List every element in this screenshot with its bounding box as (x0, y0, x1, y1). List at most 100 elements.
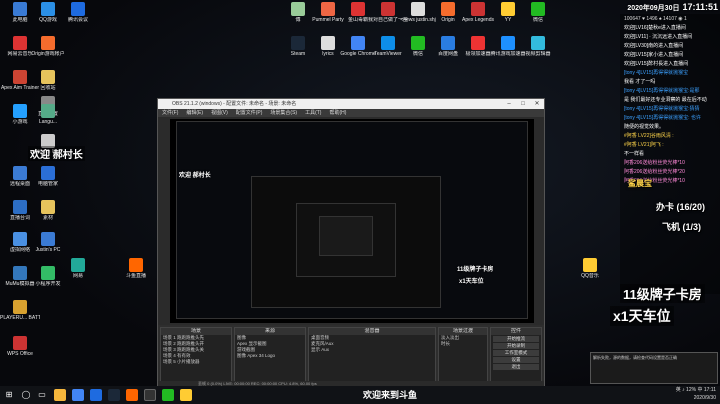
search-icon[interactable]: ◯ (20, 389, 32, 401)
obs-titlebar[interactable]: OBS 21.1.2 (windows) - 配置文件: 未命名 - 场景: 未… (158, 99, 544, 109)
obs-menu-item[interactable]: 配置文件(P) (236, 110, 263, 116)
chat-message: #阿香 LV22]谷雨风清 : (624, 133, 674, 139)
chat-message: [tony 4]LV15]再得得就抛猴宝 (624, 70, 689, 76)
tray-status: 英 ♪ 12% 中 17:11 (675, 387, 716, 393)
wechat-taskbar-icon[interactable] (162, 389, 174, 401)
scenes-dock[interactable]: 场景 场景 1 跑跑跑推头先 场景 2 跑跑跑推头开 场景 3 跑跑跑推头关 场景 4… (160, 327, 232, 385)
desktop-icon-justin-pc[interactable]: Justin's PC (28, 232, 68, 253)
system-tray[interactable]: 英 ♪ 12% 中 17:11 2020/9/30 (676, 386, 716, 402)
desktop-icon-qqmusic[interactable]: QQ音乐 (570, 258, 610, 279)
desktop-icon-cleaner[interactable]: 电脑管家 (28, 166, 68, 187)
scenes-dock-title: 场景 (161, 328, 231, 335)
desktop-icon-miniprog[interactable]: 小程序开发 (28, 266, 68, 287)
chat-message: [tony 4]LV15]再得得就抛猴宝: 也许 (624, 115, 701, 121)
tencent-taskbar-icon[interactable] (90, 389, 102, 401)
chinese-app-icon (381, 2, 395, 16)
teamviewer-icon (381, 36, 395, 50)
start-icon[interactable]: ⊞ (3, 389, 15, 401)
desktop-icon-wechat2[interactable]: 微信 (518, 2, 558, 23)
obs-menu-item[interactable]: 场景集合(S) (270, 110, 297, 116)
transitions-dock[interactable]: 场景过渡 淡入淡出 时长 (438, 327, 488, 385)
sources-dock[interactable]: 来源 图像 Apex 显示截图 游戏截图 图像 Apex 34 Logo (234, 327, 306, 385)
scene-item[interactable]: 场景 5 小片播放器 (161, 359, 231, 365)
qq-taskbar-icon[interactable] (180, 389, 192, 401)
live-chat-panel[interactable]: 100647 ♥ 1496 ♠ 14107 ◉ 1 欢迎[LV16]楚秋e进入直… (620, 14, 720, 294)
desktop-icon-folder1[interactable]: 回收站 (28, 70, 68, 91)
desktop-icon-wps[interactable]: WPS Office (0, 336, 40, 357)
obs-control-button[interactable]: 工作室模式 (493, 350, 539, 356)
obs-menu-item[interactable]: 帮助(H) (329, 110, 346, 116)
wechat-icon (71, 258, 85, 272)
obs-menu-item[interactable]: 工具(T) (305, 110, 321, 116)
chat-message: [tony 4]LV15]再得得就抛猴宝:是那 (624, 88, 700, 94)
desktop-icon-playerunknown[interactable]: PLAYERU... BATTLEGR... (0, 300, 40, 321)
rdp-icon (13, 166, 27, 180)
desktop-icon-label: 回收站 (40, 85, 56, 91)
welcome-overlay: 欢迎 郝村长 (28, 146, 85, 161)
recycle-bin-icon (13, 2, 27, 16)
mixer-list[interactable]: 桌面音频 麦克风/Aux 显示 Aux (309, 335, 435, 353)
desktop-icon-label: QQ音乐 (581, 273, 599, 279)
warning-popup: 解析失败，源的数据，请检查代码设置是否正确 (590, 352, 718, 384)
douyu-taskbar-icon[interactable] (126, 389, 138, 401)
desktop-icon-video-edit[interactable]: 视频剪辑器 (518, 36, 558, 57)
task-view-icon[interactable]: ▭ (36, 389, 48, 401)
obs-menu-item[interactable]: 编辑(E) (186, 110, 203, 116)
desktop-icon-douyu[interactable]: 斗鱼直播 (116, 258, 156, 279)
desktop-icon-folder2[interactable]: 素材 (28, 200, 68, 221)
banner-main: 11级牌子卡房 (620, 284, 705, 303)
network-icon (13, 232, 27, 246)
stream-time: 17:11:51 (682, 2, 718, 12)
controls-dock[interactable]: 控件 开始推流 开始录制 工作室模式 设置 退出 (490, 327, 542, 385)
source-item[interactable]: 图像 Apex 34 Logo (235, 353, 305, 359)
douyu-icon (129, 258, 143, 272)
chrome-taskbar-icon[interactable] (72, 389, 84, 401)
yy-icon (501, 2, 515, 16)
desktop-icon-lang[interactable]: Langu... (28, 104, 68, 125)
desktop-icon-label: 腾讯会议 (67, 17, 88, 23)
origin-icon (441, 2, 455, 16)
desktop-icon-origin-blue[interactable]: Origin游戏帐户 (28, 36, 68, 57)
chat-message: 欢迎[LV15]家小进入直播间 (624, 52, 684, 58)
file-explorer-icon[interactable] (54, 389, 66, 401)
obs-menu-item[interactable]: 视图(V) (211, 110, 228, 116)
obs-taskbar-icon[interactable] (144, 389, 156, 401)
bottom-caption: 欢迎来到斗鱼 (362, 390, 417, 400)
steam-taskbar-icon[interactable] (108, 389, 120, 401)
transition-list[interactable]: 淡入淡出 时长 (439, 335, 487, 347)
steam-icon (291, 36, 305, 50)
obs-window-title: OBS 21.1.2 (windows) - 配置文件: 未命名 - 场景: 未… (172, 101, 297, 107)
mixer-dock-title: 混音器 (309, 328, 435, 335)
banner-sub: x1天车位 (610, 306, 674, 326)
obs-preview[interactable]: 欢迎 郝村长 11级牌子卡房 x1天车位 (170, 119, 534, 323)
maximize-icon[interactable]: □ (516, 99, 530, 109)
transition-item[interactable]: 时长 (439, 341, 487, 347)
scene-list[interactable]: 场景 1 跑跑跑推头先 场景 2 跑跑跑推头开 场景 3 跑跑跑推头关 场景 4 有有… (161, 335, 231, 365)
mumu-icon (13, 266, 27, 280)
chat-message: [tony 4]LV15]再得得就抛猴宝:猜猜 (624, 106, 700, 112)
desktop-icon-netease[interactable]: 腾讯会议 (58, 2, 98, 23)
source-list[interactable]: 图像 Apex 显示截图 游戏截图 图像 Apex 34 Logo (235, 335, 305, 359)
obs-control-button[interactable]: 开始推流 (493, 336, 539, 342)
chat-message: #阿香 LV21]阿飞 : (624, 142, 664, 148)
mixer-dock[interactable]: 混音器 桌面音频 麦克风/Aux 显示 Aux (308, 327, 436, 385)
mixer-channel[interactable]: 显示 Aux (309, 347, 435, 353)
tencent-icon (13, 104, 27, 118)
chat-message: 不一样看 (624, 151, 645, 157)
chat-message: 我看 才了一吗 (624, 79, 656, 85)
minimize-icon[interactable]: – (502, 99, 516, 109)
obs-control-button[interactable]: 开始录制 (493, 343, 539, 349)
obs-control-button[interactable]: 退出 (493, 364, 539, 370)
qq-icon (41, 2, 55, 16)
obs-window[interactable]: OBS 21.1.2 (windows) - 配置文件: 未命名 - 场景: 未… (157, 98, 545, 388)
stream-clock: 2020年09月30日 17:11:51 (616, 2, 718, 14)
obs-control-button[interactable]: 设置 (493, 357, 539, 363)
chat-message: 欢迎[LV16]楚秋e进入直播间 (624, 25, 686, 31)
origin-blue-icon (41, 36, 55, 50)
tray-date: 2020/9/30 (693, 395, 716, 401)
folder2-icon (41, 200, 55, 214)
controls-list[interactable]: 开始推流 开始录制 工作室模式 设置 退出 (491, 336, 541, 370)
desktop-icon-label: 电脑管家 (37, 181, 58, 187)
close-icon[interactable]: ✕ (530, 99, 544, 109)
obs-menu-item[interactable]: 文件(F) (162, 110, 178, 116)
